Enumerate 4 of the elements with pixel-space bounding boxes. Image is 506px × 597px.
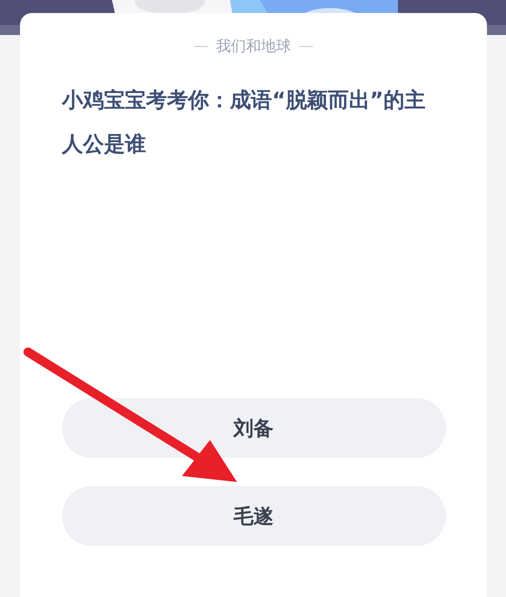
category-label: 我们和地球 xyxy=(216,37,291,56)
answer-option[interactable]: 刘备 xyxy=(62,398,446,458)
answer-option[interactable]: 毛遂 xyxy=(62,486,446,546)
question-text: 小鸡宝宝考考你：成语“脱颖而出”的主人公是谁 xyxy=(62,87,427,158)
